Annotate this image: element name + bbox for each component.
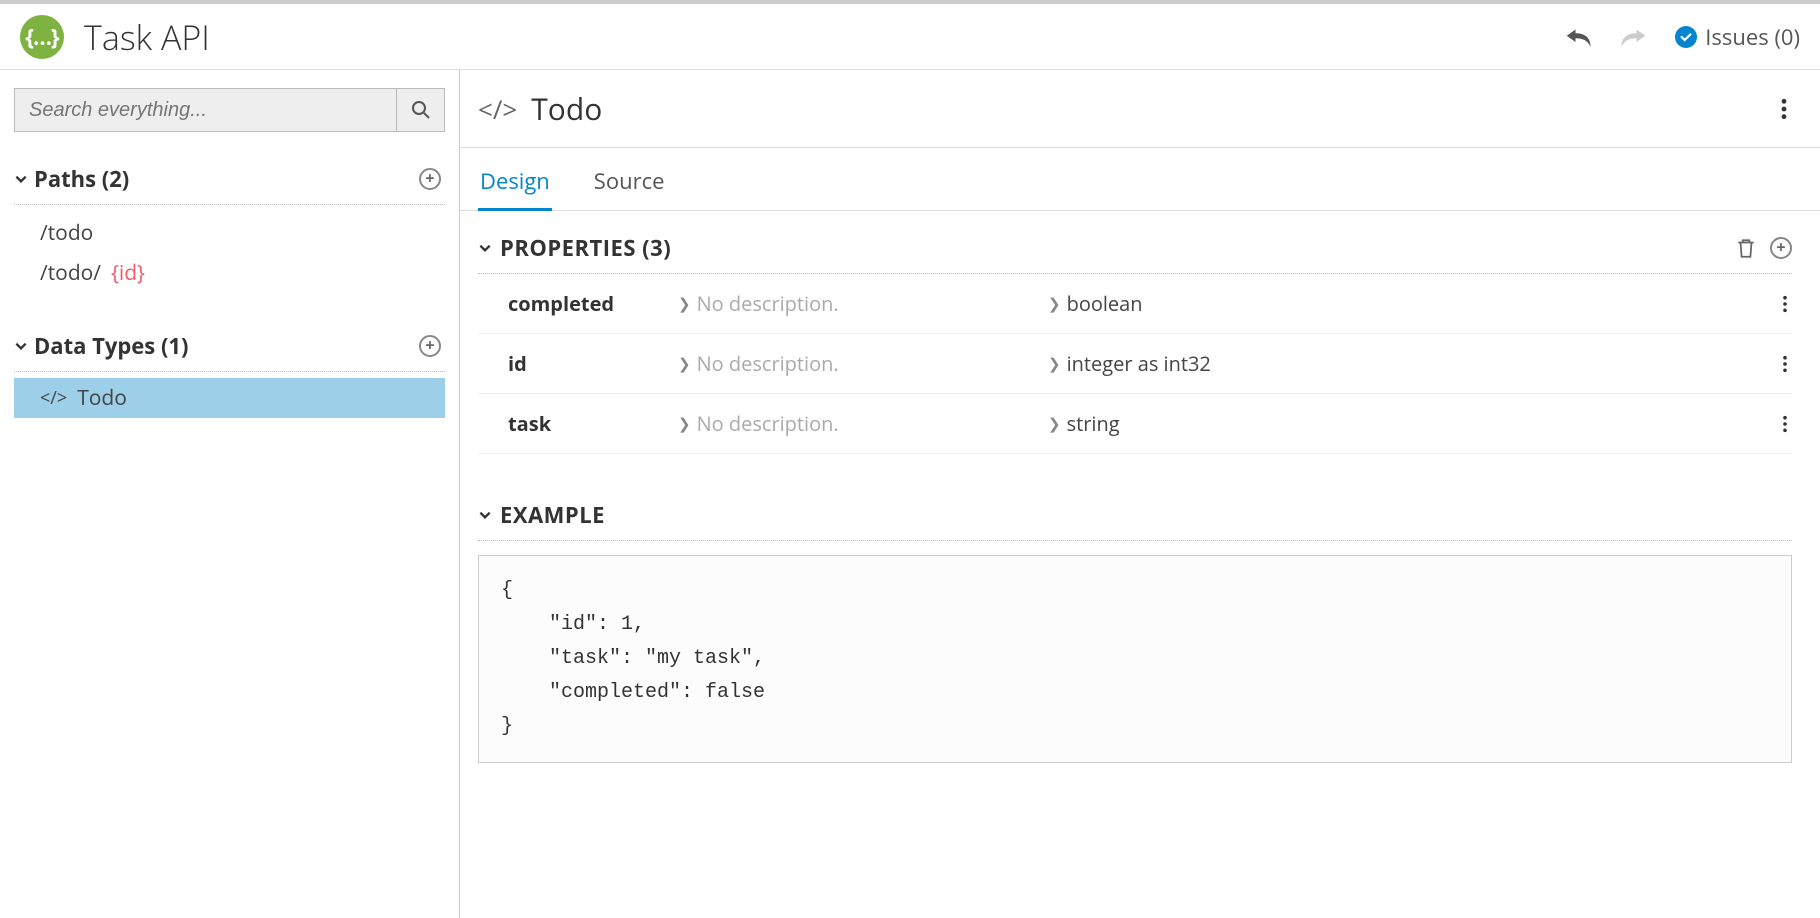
datatype-item[interactable]: </> Todo [14, 378, 445, 418]
chevron-right-icon: ❯ [1048, 354, 1061, 374]
code-tag-icon: </> [40, 386, 67, 410]
kebab-icon [1782, 355, 1788, 373]
chevron-right-icon: ❯ [678, 354, 691, 374]
properties-title: PROPERTIES (3) [500, 233, 671, 263]
code-tag-icon: </> [478, 91, 517, 127]
property-desc: No description. [697, 410, 839, 437]
plus-icon: + [425, 167, 434, 189]
chevron-right-icon: ❯ [1048, 414, 1061, 434]
property-type: integer as int32 [1067, 350, 1211, 377]
property-menu-button[interactable] [1778, 291, 1792, 317]
paths-list: /todo /todo/ {id} [14, 205, 445, 321]
kebab-icon [1780, 98, 1788, 120]
top-bar: {…} Task API Issues (0) [0, 0, 1820, 70]
properties-panel: PROPERTIES (3) + completed ❯ No descripti… [460, 211, 1820, 472]
add-datatype-button[interactable]: + [419, 335, 441, 357]
logo-glyph: {…} [25, 22, 58, 52]
content-tabs: Design Source [460, 148, 1820, 211]
property-type: string [1067, 410, 1120, 437]
kebab-icon [1782, 415, 1788, 433]
path-item[interactable]: /todo/ {id} [14, 253, 445, 293]
property-name: completed [508, 290, 678, 317]
paths-section-header[interactable]: Paths (2) + [14, 154, 445, 205]
content-header: </> Todo [460, 70, 1820, 148]
property-desc: No description. [697, 290, 839, 317]
chevron-right-icon: ❯ [678, 414, 691, 434]
chevron-down-icon [14, 172, 28, 186]
app-title: Task API [84, 14, 210, 60]
path-param: {id} [111, 259, 145, 287]
property-row[interactable]: completed ❯ No description. ❯ boolean [478, 274, 1792, 334]
sidebar: Paths (2) + /todo /todo/ {id} Data Types … [0, 70, 460, 918]
datatypes-list: </> Todo [14, 372, 445, 446]
datatypes-title: Data Types (1) [34, 331, 188, 361]
example-code[interactable]: { "id": 1, "task": "my task", "completed… [478, 555, 1792, 763]
search-button[interactable] [396, 89, 444, 131]
property-menu-button[interactable] [1778, 411, 1792, 437]
undo-icon [1563, 24, 1593, 50]
property-desc: No description. [697, 350, 839, 377]
tab-design[interactable]: Design [478, 160, 552, 210]
trash-icon [1736, 237, 1756, 259]
chevron-down-icon [478, 508, 492, 522]
chevron-down-icon [14, 339, 28, 353]
property-menu-button[interactable] [1778, 351, 1792, 377]
content-area: </> Todo Design Source PROPERTIES (3) [460, 70, 1820, 918]
chevron-right-icon: ❯ [1048, 294, 1061, 314]
property-name: id [508, 350, 678, 377]
search-box [14, 88, 445, 132]
topbar-actions: Issues (0) [1563, 22, 1800, 52]
check-circle-icon [1675, 26, 1697, 48]
redo-icon [1619, 24, 1649, 50]
example-panel: EXAMPLE { "id": 1, "task": "my task", "c… [460, 472, 1820, 781]
content-menu-button[interactable] [1776, 94, 1792, 124]
add-path-button[interactable]: + [419, 168, 441, 190]
path-text: /todo [40, 219, 93, 247]
datatypes-section-header[interactable]: Data Types (1) + [14, 321, 445, 372]
property-row[interactable]: id ❯ No description. ❯ integer as int32 [478, 334, 1792, 394]
plus-icon: + [425, 334, 434, 356]
issues-button[interactable]: Issues (0) [1675, 22, 1800, 52]
datatype-label: Todo [77, 384, 127, 412]
delete-properties-button[interactable] [1736, 237, 1756, 259]
app-logo: {…} [20, 15, 64, 59]
chevron-down-icon [478, 241, 492, 255]
example-title: EXAMPLE [500, 500, 605, 530]
tab-source[interactable]: Source [592, 160, 667, 210]
content-title: </> Todo [478, 88, 602, 129]
add-property-button[interactable]: + [1770, 237, 1792, 259]
plus-icon: + [1776, 236, 1785, 258]
search-icon [411, 100, 431, 120]
kebab-icon [1782, 295, 1788, 313]
undo-button[interactable] [1563, 24, 1593, 50]
example-header[interactable]: EXAMPLE [478, 492, 1792, 541]
property-type: boolean [1067, 290, 1143, 317]
issues-label: Issues (0) [1705, 22, 1800, 52]
property-name: task [508, 410, 678, 437]
property-row[interactable]: task ❯ No description. ❯ string [478, 394, 1792, 454]
search-input[interactable] [15, 89, 396, 131]
paths-title: Paths (2) [34, 164, 129, 194]
redo-button[interactable] [1619, 24, 1649, 50]
chevron-right-icon: ❯ [678, 294, 691, 314]
content-title-text: Todo [531, 88, 602, 129]
properties-header[interactable]: PROPERTIES (3) + [478, 225, 1792, 274]
path-item[interactable]: /todo [14, 213, 445, 253]
path-text: /todo/ [40, 259, 101, 287]
